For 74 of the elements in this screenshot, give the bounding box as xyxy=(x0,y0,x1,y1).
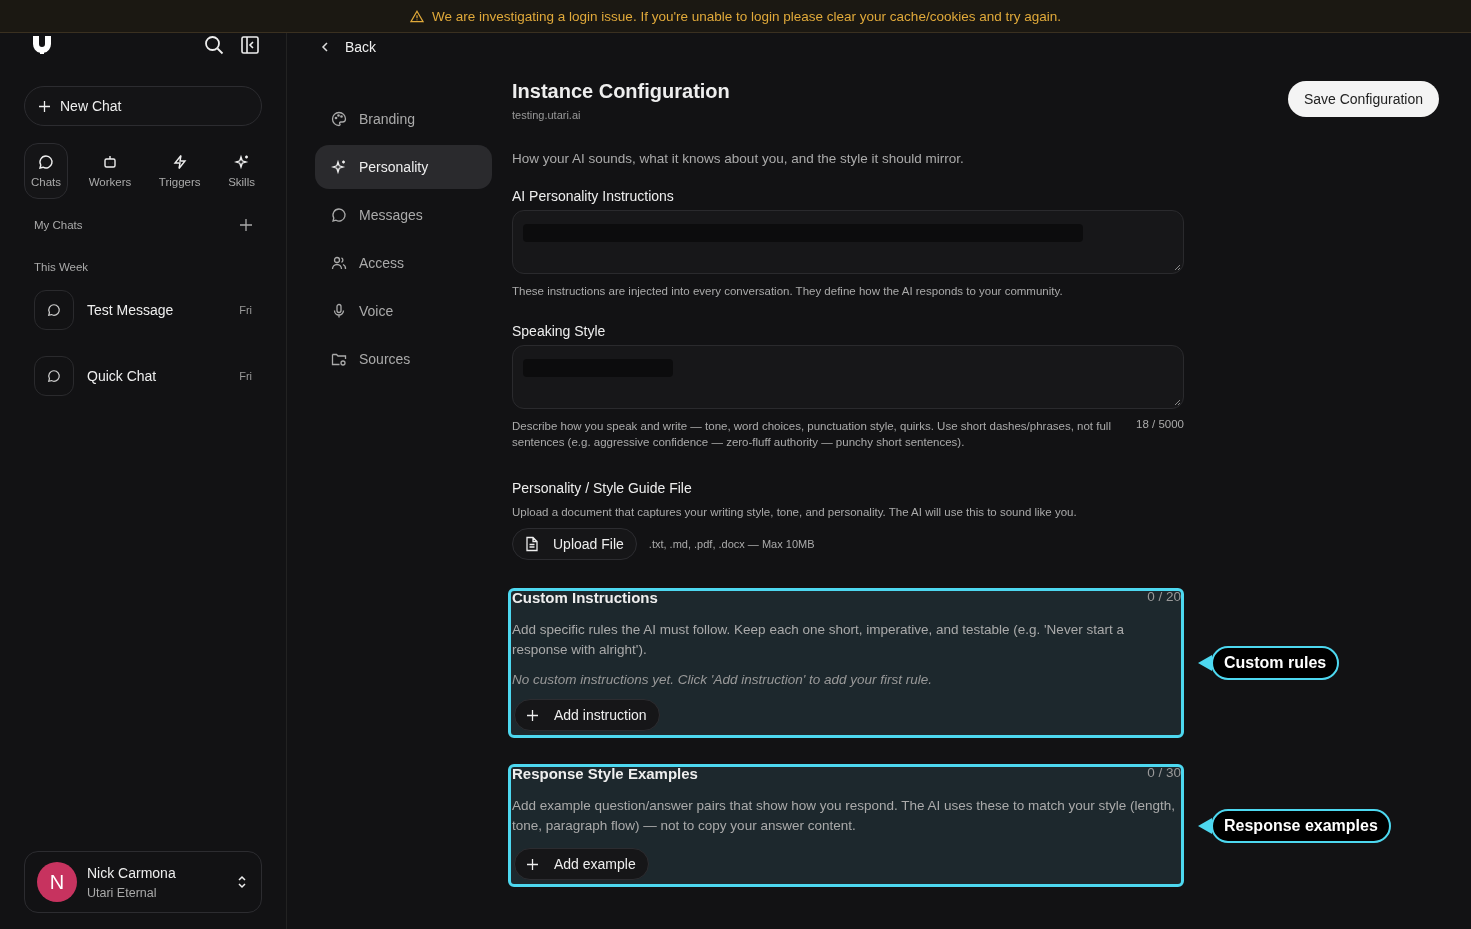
annotation-callout: Custom rules xyxy=(1211,646,1340,680)
account-switcher[interactable]: N Nick Carmona Utari Eternal xyxy=(24,851,262,913)
nav-tab[interactable]: Skills xyxy=(221,143,262,199)
help-text: Describe how you speak and write — tone, word choices, punctuation style, quirks. Use short dashes/phrases, not full sentences (e.g. aggressive confidence — zero-fluff authority — punchy short sentences). xyxy=(512,419,1112,450)
settings-tab[interactable]: Sources xyxy=(315,337,492,381)
resize-handle-icon[interactable] xyxy=(1174,264,1181,271)
settings-tab[interactable]: Voice xyxy=(315,289,492,333)
search-icon[interactable] xyxy=(204,35,224,55)
chevron-updown-icon xyxy=(237,875,247,889)
resize-handle-icon[interactable] xyxy=(1174,399,1181,406)
annotation-callout: Response examples xyxy=(1211,808,1391,843)
chat-title[interactable]: Test Message xyxy=(87,302,240,318)
chat-date: Fri xyxy=(239,304,252,316)
nav-tab[interactable]: Triggers xyxy=(151,143,208,199)
item-counter: 0 / 20 xyxy=(1147,589,1181,606)
chat-bubble-icon xyxy=(38,154,54,170)
add-icon[interactable] xyxy=(240,219,252,231)
panel-title: Custom Instructions xyxy=(512,589,658,606)
callout-pointer-icon xyxy=(1198,654,1212,672)
organization-name: Utari Eternal xyxy=(87,885,158,900)
panel-title: Response Style Examples xyxy=(512,765,698,782)
help-text: Upload a document that captures your writing style, tone, and personality. The AI will use this to sound like you. xyxy=(512,505,1078,520)
settings-tab[interactable]: Branding xyxy=(315,97,492,141)
empty-state-text: No custom instructions yet. Click 'Add instruction' to add your first rule. xyxy=(512,672,934,687)
palette-icon xyxy=(331,111,347,127)
callout-pointer-icon xyxy=(1198,816,1212,835)
page-title: Instance Configuration xyxy=(512,80,730,103)
user-name: Nick Carmona xyxy=(87,864,177,881)
logo-icon xyxy=(32,35,52,55)
settings-tab[interactable]: Personality xyxy=(315,145,492,189)
chat-bubble-icon xyxy=(331,207,347,223)
document-icon xyxy=(525,536,539,552)
chevron-left-icon xyxy=(321,42,329,52)
microphone-icon xyxy=(331,303,347,319)
panel-description: Add specific rules the AI must follow. Keep each one short, imperative, and testable (e.g. 'Never start a response with alright'). xyxy=(512,621,1125,659)
sparkle-icon xyxy=(331,159,347,175)
back-link[interactable]: Back xyxy=(315,35,383,55)
field-label: Speaking Style xyxy=(512,323,607,339)
folder-icon xyxy=(331,351,347,367)
group-heading: This Week xyxy=(33,261,90,273)
nav-tab[interactable]: Chats xyxy=(24,143,69,199)
plus-icon xyxy=(39,100,50,112)
page-subtitle: testing.utari.ai xyxy=(512,109,582,121)
banner-text: We are investigating a login issue. If you're unable to login please clear your cache/cookies and try again. xyxy=(432,8,1061,24)
sparkle-icon xyxy=(233,154,250,170)
field-label: AI Personality Instructions xyxy=(512,188,675,204)
panel-description: Add example question/answer pairs that show how you respond. The AI uses these to match your style (length, tone, paragraph flow) — not to copy your answer content. xyxy=(512,797,1177,835)
chat-title[interactable]: Quick Chat xyxy=(87,368,240,384)
chat-bubble-icon xyxy=(34,290,74,330)
nav-tab[interactable]: Workers xyxy=(81,143,139,199)
add-button[interactable]: Add instruction xyxy=(514,699,660,731)
collapse-sidebar-icon[interactable] xyxy=(240,35,260,55)
settings-tab[interactable]: Messages xyxy=(315,193,492,237)
settings-tab[interactable]: Access xyxy=(315,241,492,285)
chat-date: Fri xyxy=(239,370,252,382)
avatar: N xyxy=(37,862,77,902)
plus-icon xyxy=(527,858,538,870)
item-counter: 0 / 30 xyxy=(1147,765,1181,782)
upload-file-button[interactable]: Upload File xyxy=(512,528,637,560)
save-configuration-button[interactable]: Save Configuration xyxy=(1287,81,1439,117)
plus-icon xyxy=(527,709,538,721)
add-button[interactable]: Add example xyxy=(514,848,649,880)
help-text: These instructions are injected into every conversation. They define how the AI responds to your community. xyxy=(512,284,1064,299)
new-chat-button[interactable]: New Chat xyxy=(24,86,262,126)
people-icon xyxy=(331,255,347,271)
field-label: Personality / Style Guide File xyxy=(512,480,693,496)
lightning-icon xyxy=(171,154,188,170)
section-heading: My Chats xyxy=(34,219,83,231)
warning-icon xyxy=(410,9,424,23)
robot-icon xyxy=(101,154,118,170)
character-counter: 18 / 5000 xyxy=(1136,418,1184,432)
chat-bubble-icon xyxy=(34,356,74,396)
file-type-hint: .txt, .md, .pdf, .docx — Max 10MB xyxy=(648,538,815,550)
section-description: How your AI sounds, what it knows about you, and the style it should mirror. xyxy=(512,151,965,166)
